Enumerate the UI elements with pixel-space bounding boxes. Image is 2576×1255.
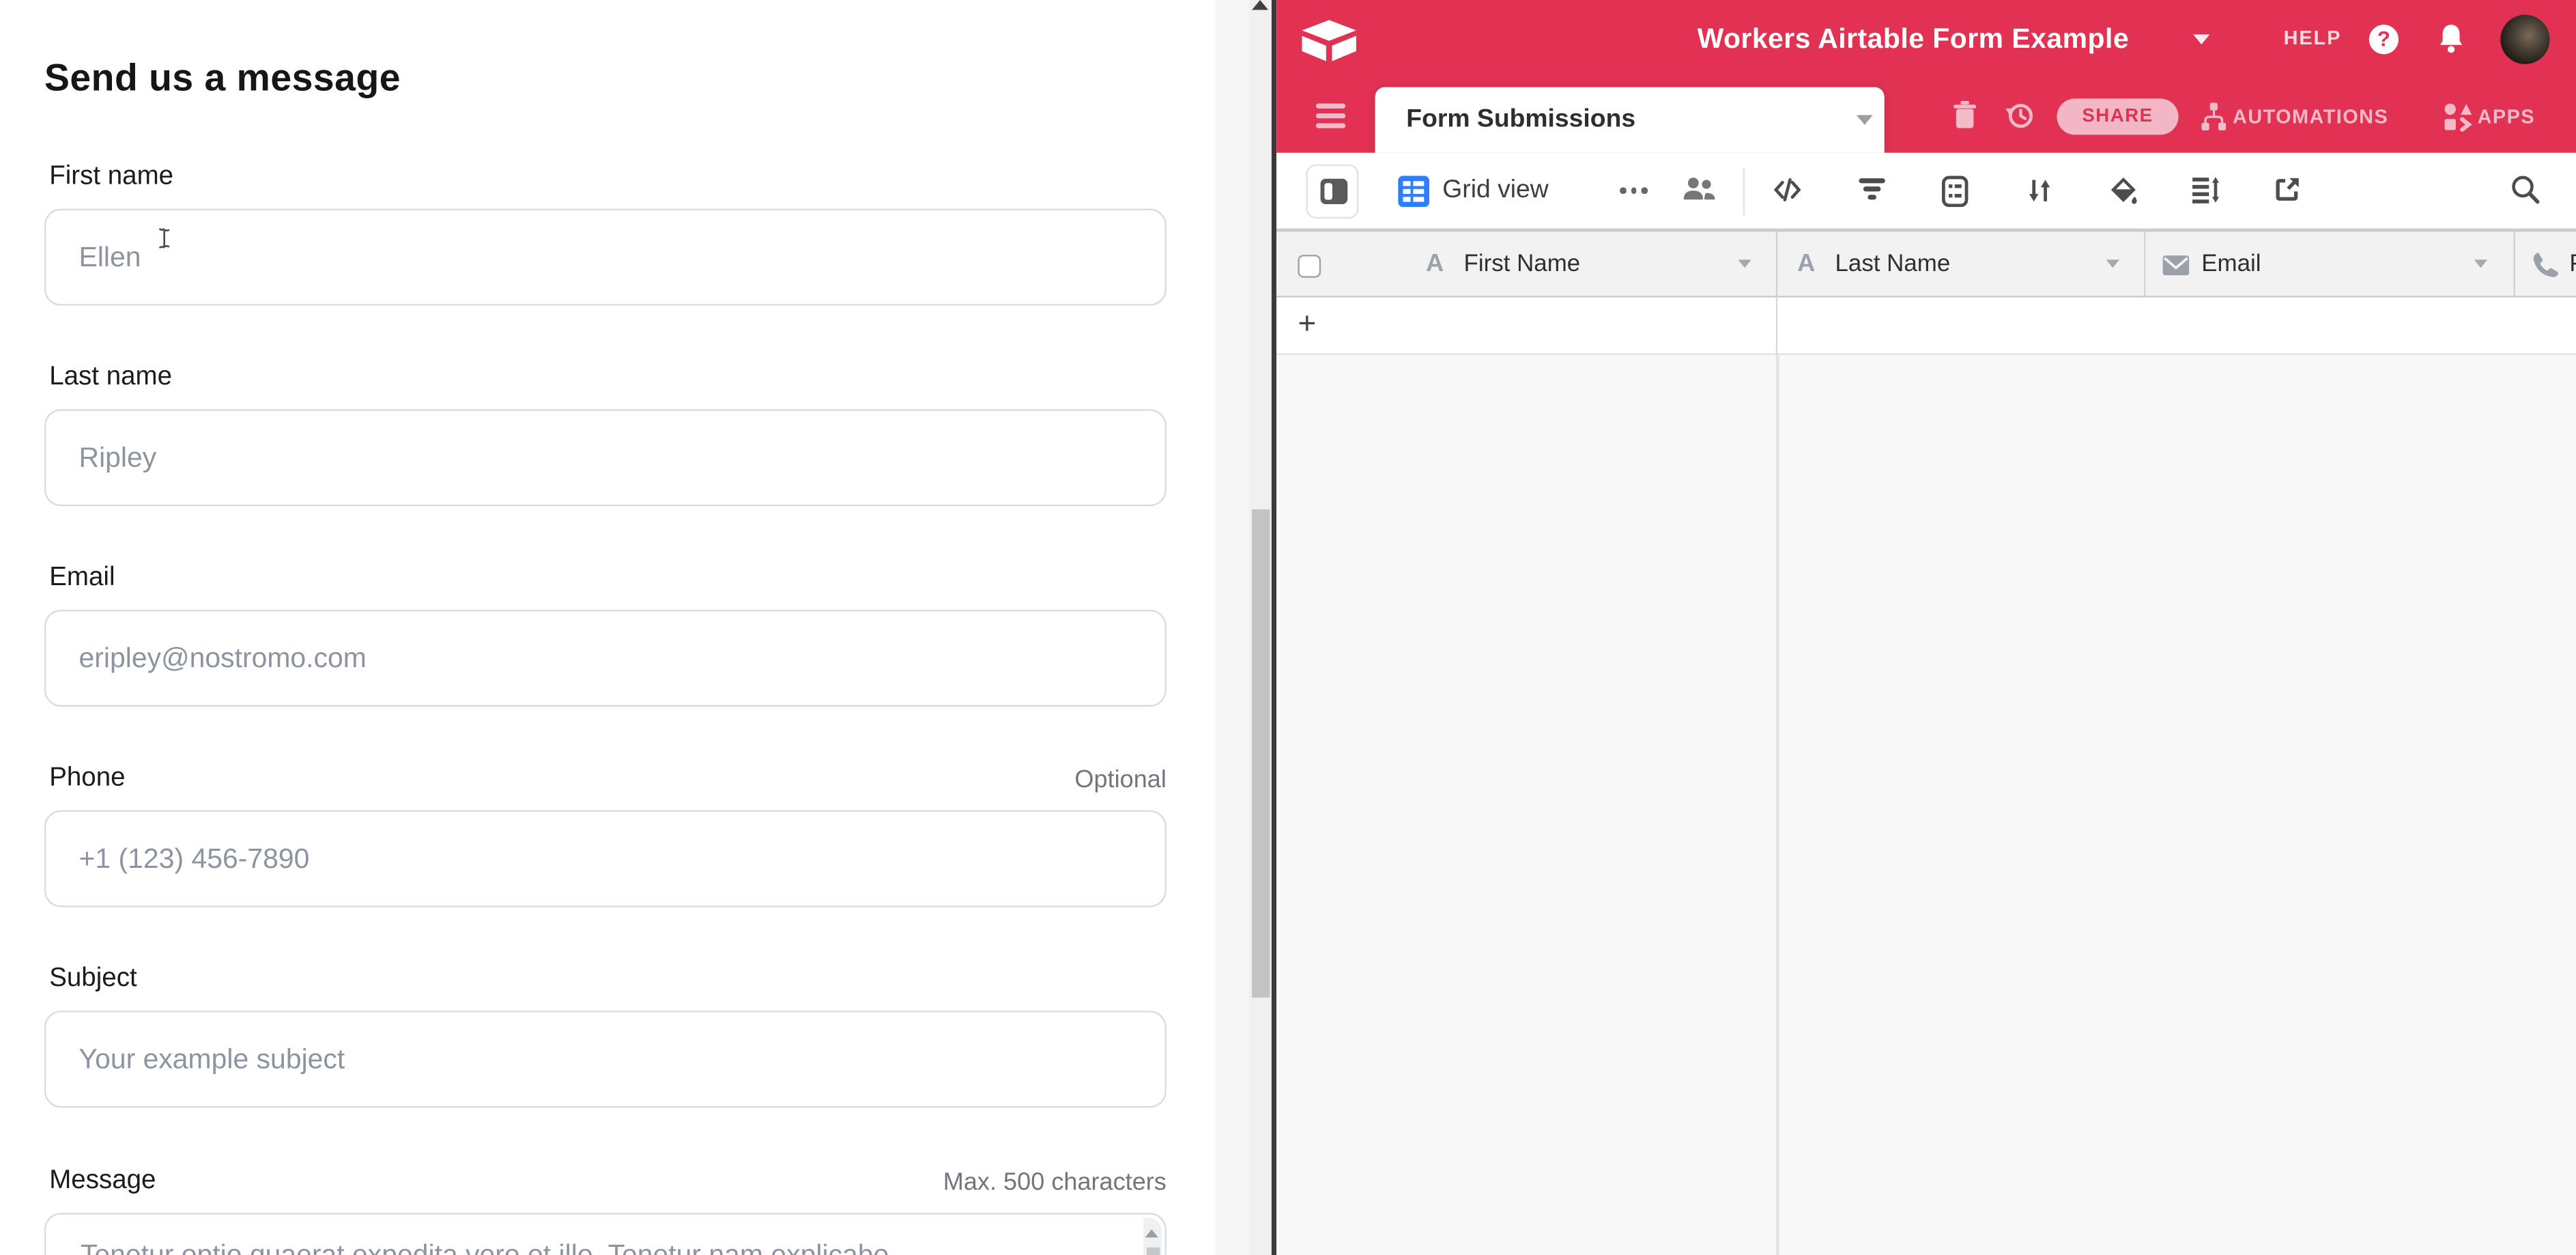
table-tab-form-submissions[interactable]: Form Submissions	[1375, 87, 1885, 153]
history-icon[interactable]	[2004, 100, 2035, 132]
scroll-up-icon[interactable]	[1145, 1229, 1158, 1237]
email-field-icon	[2162, 255, 2190, 276]
viewbar-divider	[1743, 168, 1745, 216]
base-title-caret-icon[interactable]	[2193, 35, 2209, 44]
share-view-icon[interactable]	[2274, 176, 2302, 204]
email-field-group: Email	[44, 564, 1167, 715]
form-title: Send us a message	[44, 56, 401, 100]
sort-icon[interactable]	[2026, 176, 2054, 206]
automations-button[interactable]: AUTOMATIONS	[2233, 105, 2388, 128]
toggle-views-sidebar-button[interactable]	[1306, 165, 1358, 218]
message-placeholder: Tenetur optio quaerat expedita vero et i…	[81, 1239, 1115, 1255]
last-name-input[interactable]	[44, 409, 1167, 506]
split-divider-handle[interactable]	[1271, 0, 1276, 1255]
search-icon[interactable]	[2510, 174, 2540, 206]
notifications-bell-icon[interactable]	[2436, 23, 2465, 55]
phone-field-icon	[2532, 251, 2560, 279]
frozen-column-border	[1776, 298, 1777, 355]
column-caret-icon[interactable]	[2474, 259, 2487, 268]
user-avatar[interactable]	[2500, 15, 2549, 64]
add-record-row[interactable]: +	[1276, 298, 2576, 355]
airtable-logo-icon[interactable]	[1300, 18, 1359, 62]
first-name-label: First name	[49, 163, 173, 192]
column-caret-icon[interactable]	[2106, 259, 2119, 268]
column-name: First Name	[1464, 251, 1581, 278]
share-label: SHARE	[2082, 107, 2153, 126]
pane-gutter	[1216, 0, 1248, 1255]
page-scroll-up-icon[interactable]	[1251, 0, 1268, 10]
column-caret-icon[interactable]	[1738, 259, 1751, 268]
last-name-field-group: Last name	[44, 363, 1167, 514]
table-tab-caret-icon[interactable]	[1857, 115, 1873, 124]
view-bar: Grid view	[1276, 153, 2576, 230]
airtable-pane: Workers Airtable Form Example HELP ? For…	[1276, 0, 2576, 1255]
hide-fields-icon[interactable]	[1773, 176, 1802, 204]
collaborators-icon[interactable]	[1683, 176, 1717, 203]
airtable-toolbar: Form Submissions SHARE	[1276, 79, 2576, 153]
column-name: Email	[2201, 251, 2261, 278]
subject-label: Subject	[49, 965, 137, 994]
message-max-chars-hint: Max. 500 characters	[943, 1168, 1167, 1196]
trash-icon[interactable]	[1951, 100, 1978, 130]
share-button[interactable]: SHARE	[2057, 98, 2178, 135]
subject-field-group: Subject	[44, 965, 1167, 1116]
filter-icon[interactable]	[1858, 176, 1886, 203]
color-fill-icon[interactable]	[2109, 176, 2138, 208]
table-tab-label: Form Submissions	[1406, 105, 1635, 135]
phone-label: Phone	[49, 764, 125, 793]
page-scrollbar-thumb[interactable]	[1251, 509, 1269, 998]
column-separator[interactable]	[1776, 231, 1777, 299]
airtable-topbar: Workers Airtable Form Example HELP ?	[1276, 0, 2576, 79]
text-field-icon: A	[1426, 250, 1444, 278]
grid-header-row: A First Name A Last Name Email	[1276, 230, 2576, 298]
grid-view-icon[interactable]	[1398, 176, 1429, 208]
select-all-checkbox[interactable]	[1298, 255, 1321, 278]
column-name: Last Name	[1835, 251, 1950, 278]
text-field-icon: A	[1797, 250, 1815, 278]
help-question-icon[interactable]: ?	[2369, 24, 2399, 53]
group-icon[interactable]	[1942, 176, 1969, 208]
last-name-label: Last name	[49, 363, 172, 393]
subject-input[interactable]	[44, 1011, 1167, 1108]
frozen-column-border	[1776, 355, 1779, 1255]
phone-optional-hint: Optional	[1074, 766, 1166, 794]
help-button[interactable]: HELP	[2284, 27, 2342, 50]
sidebar-menu-icon[interactable]	[1316, 104, 1345, 133]
text-cursor-icon	[156, 227, 173, 250]
side-panel-icon	[1319, 178, 1348, 206]
automations-icon[interactable]	[2200, 102, 2228, 131]
email-label: Email	[49, 564, 115, 593]
grid-empty-area	[1276, 355, 2576, 1255]
first-name-input[interactable]	[44, 209, 1167, 306]
row-height-icon[interactable]	[2192, 176, 2221, 204]
first-name-field-group: First name	[44, 163, 1167, 313]
message-form-pane: Send us a message First name Last name E…	[0, 0, 1216, 1255]
phone-input[interactable]	[44, 810, 1167, 907]
message-field-group: Message Max. 500 characters Tenetur opti…	[44, 1167, 1167, 1255]
message-scrollbar[interactable]	[1143, 1218, 1161, 1255]
base-title[interactable]: Workers Airtable Form Example	[1641, 23, 2185, 56]
phone-field-group: Phone Optional	[44, 764, 1167, 915]
column-name: Phone	[2569, 251, 2576, 278]
column-separator[interactable]	[2514, 231, 2515, 299]
view-more-icon[interactable]	[1620, 187, 1656, 193]
view-name[interactable]: Grid view	[1442, 176, 1549, 206]
apps-icon[interactable]	[2443, 102, 2472, 131]
column-separator[interactable]	[2144, 231, 2145, 299]
message-scrollbar-thumb[interactable]	[1146, 1247, 1159, 1255]
screen: Send us a message First name Last name E…	[0, 0, 2576, 1255]
email-input[interactable]	[44, 610, 1167, 707]
apps-button[interactable]: APPS	[2478, 105, 2535, 128]
message-textarea[interactable]: Tenetur optio quaerat expedita vero et i…	[44, 1213, 1167, 1255]
add-record-plus-icon[interactable]: +	[1298, 307, 1316, 343]
message-label: Message	[49, 1167, 156, 1196]
